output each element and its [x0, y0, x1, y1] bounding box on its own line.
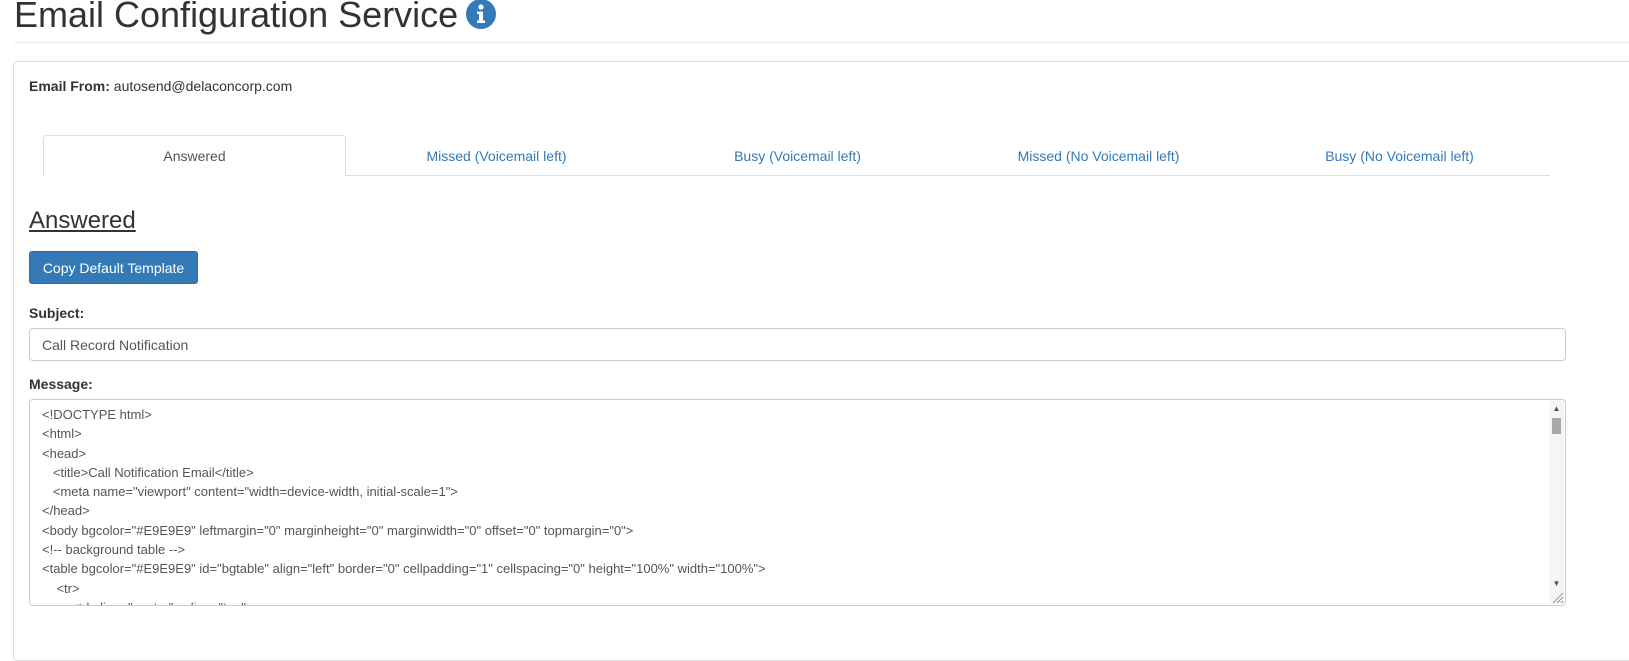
message-line: <body bgcolor="#E9E9E9" leftmargin="0" m… — [42, 522, 634, 538]
message-line: <tr> — [42, 580, 80, 596]
message-content[interactable]: <!DOCTYPE html> <html> <head> <title>Call … — [42, 405, 1543, 605]
message-label: Message: — [29, 376, 93, 392]
copy-default-template-button[interactable]: Copy Default Template — [29, 251, 198, 284]
page-header: Email Configuration Service — [14, 0, 1629, 43]
tab-answered[interactable]: Answered — [43, 135, 346, 177]
email-from-value: autosend@delaconcorp.com — [113, 78, 293, 94]
message-line: <td align="center" valign="top"> — [42, 598, 1543, 605]
scroll-down-arrow-icon[interactable]: ▼ — [1549, 576, 1564, 590]
tab-missed-no-voicemail-left[interactable]: Missed (No Voicemail left) — [948, 135, 1249, 176]
message-line: <!-- background table --> — [42, 542, 186, 558]
notification-tabs: Answered Missed (Voicemail left) Busy (Voi… — [43, 135, 1550, 177]
scroll-up-arrow-icon[interactable]: ▲ — [1549, 401, 1564, 415]
message-line: <head> — [42, 445, 87, 461]
message-scrollbar[interactable]: ▲ ▼ — [1549, 401, 1564, 604]
message-line: <table bgcolor="#E9E9E9" id="bgtable" al… — [42, 561, 766, 577]
message-line: <!DOCTYPE html> — [42, 407, 152, 422]
scroll-thumb[interactable] — [1552, 418, 1561, 434]
message-line: <meta name="viewport" content="width=dev… — [42, 484, 458, 500]
tab-missed-voicemail-left[interactable]: Missed (Voicemail left) — [346, 135, 647, 176]
info-circle-icon[interactable] — [466, 0, 497, 30]
page-title: Email Configuration Service — [14, 0, 497, 40]
subject-label: Subject: — [29, 305, 85, 321]
subject-input[interactable] — [29, 328, 1566, 361]
resize-grip-icon[interactable] — [1550, 590, 1564, 604]
email-from: Email From: autosend@delaconcorp.com — [29, 78, 292, 94]
section-title: Answered — [29, 207, 136, 234]
config-panel: Email From: autosend@delaconcorp.com Ans… — [13, 61, 1629, 661]
message-textarea[interactable]: <!DOCTYPE html> <html> <head> <title>Call … — [29, 399, 1566, 606]
email-from-label: Email From: — [29, 78, 110, 94]
message-line: </head> — [42, 503, 90, 519]
message-line: <title>Call Notification Email</title> — [42, 464, 254, 480]
tab-busy-no-voicemail-left[interactable]: Busy (No Voicemail left) — [1249, 135, 1550, 176]
message-line: <html> — [42, 426, 82, 442]
page-title-text: Email Configuration Service — [14, 0, 459, 35]
tab-busy-voicemail-left[interactable]: Busy (Voicemail left) — [647, 135, 948, 176]
